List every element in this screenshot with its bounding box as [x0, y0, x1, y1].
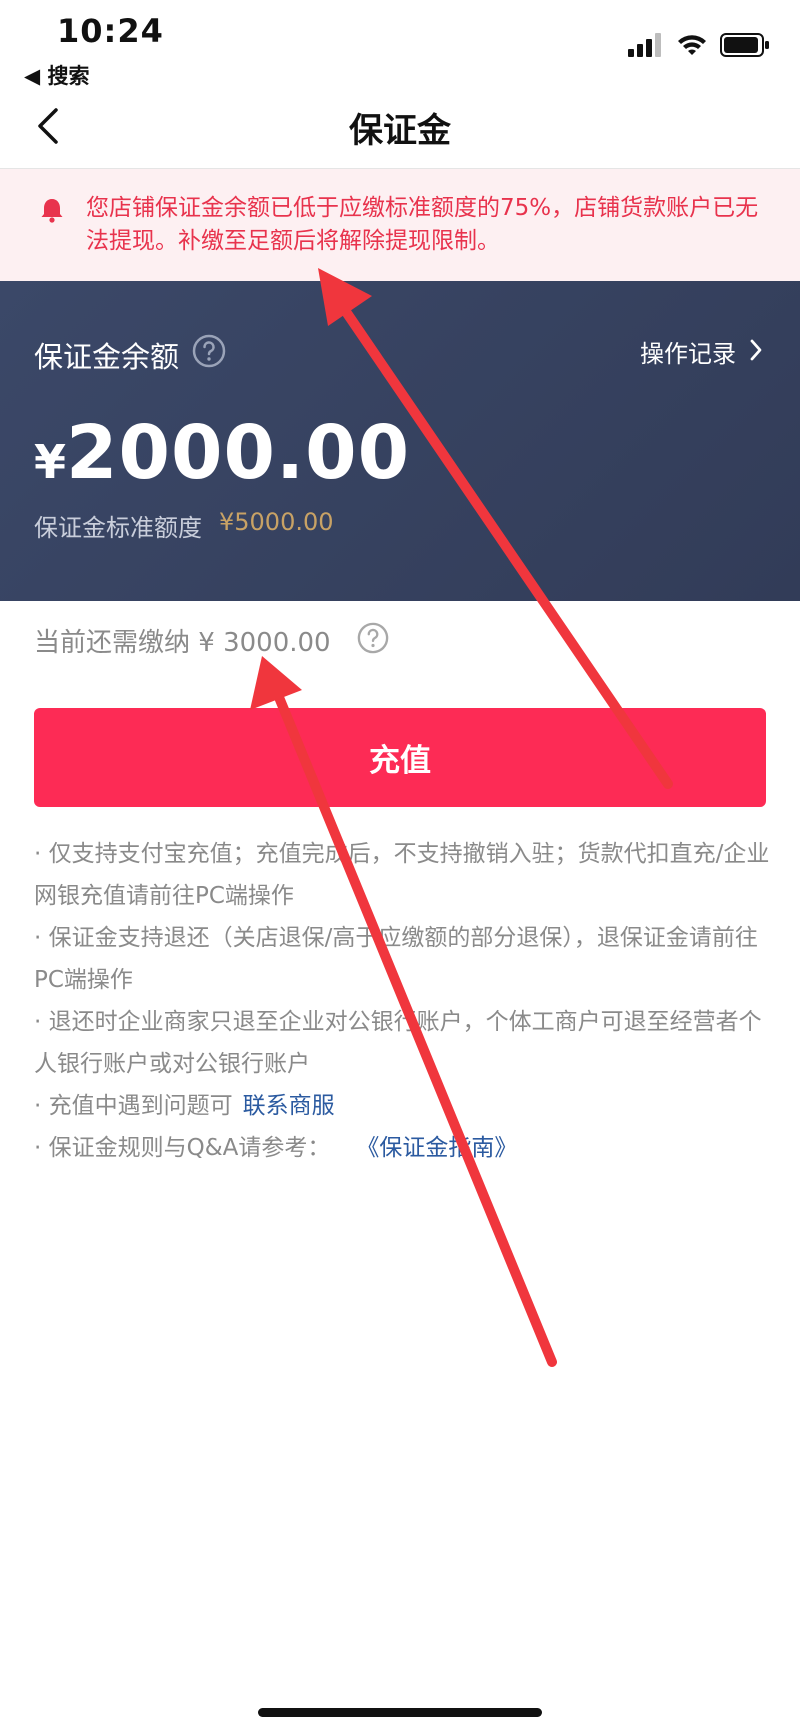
balance-value: 2000.00 — [66, 410, 411, 496]
help-circle-icon[interactable] — [192, 334, 226, 368]
alert-message: 您店铺保证金余额已低于应缴标准额度的75%，店铺货款账户已无法提现。补缴至足额后… — [86, 195, 759, 254]
note-item: · 保证金规则与Q&A请参考： 《保证金指南》 — [34, 1127, 772, 1169]
home-indicator — [258, 1708, 542, 1717]
note-text: · 保证金规则与Q&A请参考： — [34, 1135, 331, 1161]
amount-due: 当前还需缴纳 ¥ 3000.00 — [34, 628, 331, 658]
note-text: · 充值中遇到问题可 — [34, 1093, 233, 1119]
currency-symbol: ¥ — [34, 435, 67, 489]
notes-list: · 仅支持支付宝充值；充值完成后，不支持撤销入驻；货款代扣直充/企业网银充值请前… — [34, 833, 772, 1169]
note-item: · 仅支持支付宝充值；充值完成后，不支持撤销入驻；货款代扣直充/企业网银充值请前… — [34, 841, 770, 909]
recharge-button[interactable]: 充值 — [34, 708, 766, 807]
wifi-icon — [678, 35, 706, 55]
status-back-to-app[interactable]: ◀ 搜索 — [24, 60, 89, 90]
help-circle-icon[interactable] — [357, 622, 389, 654]
signal-icon — [628, 33, 661, 57]
bell-icon — [40, 197, 64, 223]
deposit-guide-link[interactable]: 《保证金指南》 — [356, 1135, 517, 1161]
note-item: · 充值中遇到问题可 联系商服 — [34, 1085, 772, 1127]
contact-support-link[interactable]: 联系商服 — [243, 1093, 335, 1119]
status-time: 10:24 — [57, 12, 164, 50]
battery-icon — [720, 33, 769, 57]
status-icons — [628, 30, 770, 60]
standard-amount-label: 保证金标准额度 — [34, 514, 202, 542]
balance-label: 保证金余额 — [34, 340, 180, 374]
balance-amount: ¥2000.00 — [34, 410, 410, 496]
standard-amount-value: ¥5000.00 — [219, 508, 334, 536]
note-item: · 保证金支持退还（关店退保/高于应缴额的部分退保），退保证金请前往PC端操作 — [34, 925, 758, 993]
operation-records-link[interactable]: 操作记录 — [640, 334, 736, 369]
note-item: · 退还时企业商家只退至企业对公银行账户，个体工商户可退至经营者个人银行账户或对… — [34, 1009, 762, 1077]
page-title: 保证金 — [349, 111, 451, 151]
chevron-right-icon[interactable] — [748, 337, 764, 363]
